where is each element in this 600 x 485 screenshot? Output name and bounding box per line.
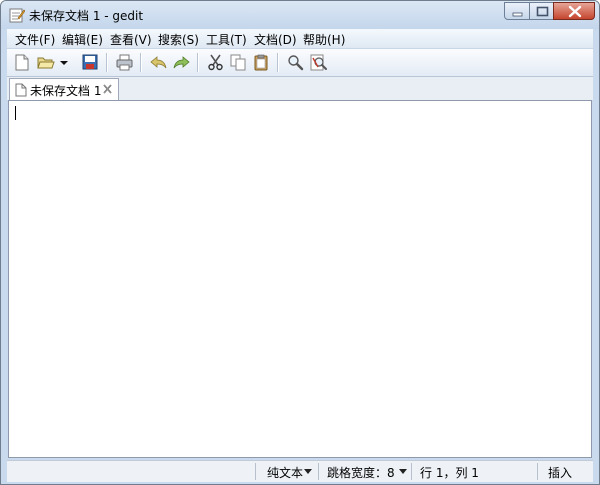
dropdown-arrow-icon (60, 61, 68, 65)
document-tab-bar: 未保存文档 1 (7, 77, 593, 100)
new-document-icon (15, 54, 29, 71)
paste-button[interactable] (250, 52, 272, 73)
save-icon (82, 54, 98, 70)
print-icon (116, 54, 133, 71)
open-button[interactable] (34, 52, 56, 73)
cut-icon (208, 54, 223, 71)
cursor-position-label: 行 1，列 1 (420, 466, 479, 480)
print-button[interactable] (113, 52, 135, 73)
cursor-position: 行 1，列 1 (411, 463, 535, 480)
tab-width-dropdown-icon (399, 469, 407, 474)
toolbar (7, 49, 593, 77)
insert-mode-label: 插入 (548, 466, 573, 480)
find-button[interactable] (284, 52, 306, 73)
close-window-button[interactable] (553, 2, 595, 20)
tab-width-selector[interactable]: 跳格宽度：8 (318, 463, 410, 480)
tab-width-label: 跳格宽度：8 (327, 466, 395, 480)
redo-button[interactable] (170, 52, 192, 73)
menu-tools[interactable]: 工具(T) (204, 31, 249, 48)
language-dropdown-icon (304, 469, 312, 474)
insert-mode-indicator: 插入 (537, 463, 591, 480)
window-title: 未保存文档 1 - gedit (29, 9, 144, 23)
document-tab[interactable]: 未保存文档 1 (9, 78, 119, 100)
menu-documents[interactable]: 文档(D) (252, 31, 299, 48)
language-selector[interactable]: 纯文本 (255, 463, 317, 480)
close-tab-icon[interactable] (102, 83, 113, 95)
maximize-button[interactable] (529, 2, 554, 20)
minimize-icon (512, 12, 523, 17)
gedit-window: 未保存文档 1 - gedit 文件(F) 编辑(E) 查看(V) 搜索(S) … (0, 0, 600, 485)
copy-icon (230, 54, 246, 71)
new-document-button[interactable] (11, 52, 33, 73)
menu-edit[interactable]: 编辑(E) (60, 31, 105, 48)
menu-search[interactable]: 搜索(S) (156, 31, 201, 48)
minimize-button[interactable] (504, 2, 530, 20)
copy-button[interactable] (227, 52, 249, 73)
text-editor-area[interactable] (8, 100, 592, 458)
menu-view[interactable]: 查看(V) (108, 31, 154, 48)
undo-icon (150, 56, 167, 69)
paste-icon (254, 54, 268, 71)
toolbar-separator (277, 53, 279, 72)
text-cursor (15, 106, 16, 120)
replace-button[interactable] (307, 52, 329, 73)
replace-icon (310, 54, 327, 71)
status-bar: 纯文本 跳格宽度：8 行 1，列 1 插入 (7, 460, 593, 482)
maximize-icon (536, 6, 549, 17)
document-tab-label: 未保存文档 1 (30, 84, 102, 98)
toolbar-separator (106, 53, 108, 72)
close-icon (568, 5, 582, 18)
open-recent-dropdown[interactable] (58, 52, 70, 73)
language-label: 纯文本 (267, 466, 304, 480)
toolbar-separator (197, 53, 199, 72)
cut-button[interactable] (204, 52, 226, 73)
open-folder-icon (37, 57, 55, 69)
menu-file[interactable]: 文件(F) (13, 31, 57, 48)
menu-bar: 文件(F) 编辑(E) 查看(V) 搜索(S) 工具(T) 文档(D) 帮助(H… (7, 29, 593, 49)
gedit-app-icon (9, 7, 26, 23)
find-icon (288, 55, 304, 71)
undo-button[interactable] (147, 52, 169, 73)
save-button[interactable] (79, 52, 101, 73)
document-icon (15, 83, 27, 97)
toolbar-separator (140, 53, 142, 72)
redo-icon (173, 56, 190, 69)
menu-help[interactable]: 帮助(H) (301, 31, 347, 48)
title-bar[interactable]: 未保存文档 1 - gedit (1, 1, 599, 29)
